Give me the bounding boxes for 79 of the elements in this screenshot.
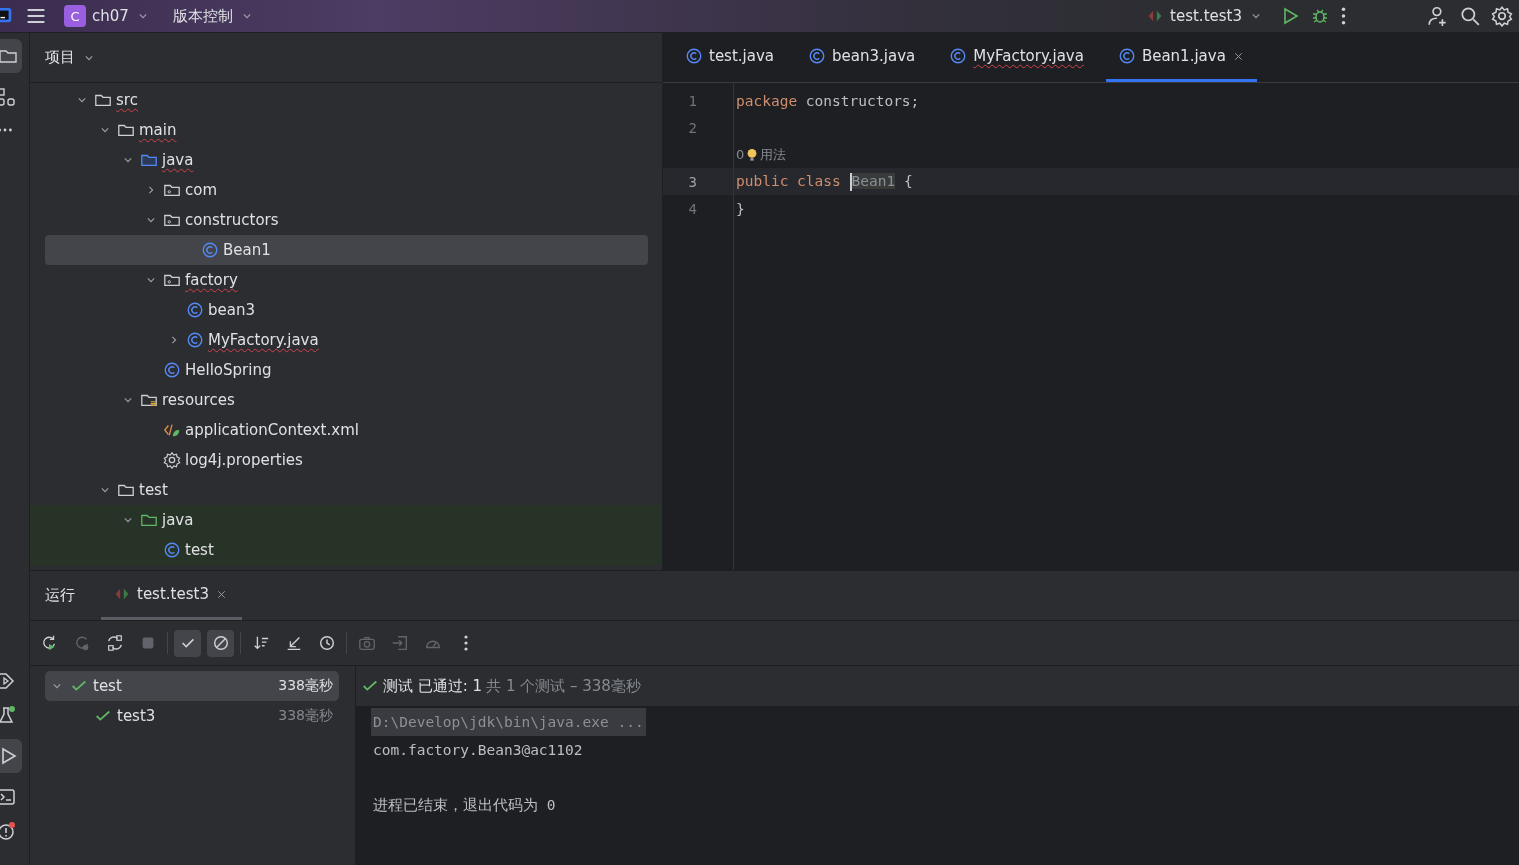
problems-icon[interactable] <box>0 821 16 841</box>
settings-icon[interactable] <box>1491 5 1513 27</box>
tree-item[interactable]: bean3 <box>30 295 648 325</box>
tree-item[interactable]: resources <box>30 385 648 415</box>
tool-window-button[interactable] <box>0 739 22 773</box>
class-icon <box>949 47 968 65</box>
run-tab[interactable]: test.test3 <box>101 571 242 620</box>
test-item[interactable]: test 338毫秒 <box>45 671 339 701</box>
auto-test-icon <box>105 634 124 652</box>
code-line: } <box>736 200 745 217</box>
usage-hint: 用法 <box>760 145 787 164</box>
flask-icon[interactable] <box>0 705 16 725</box>
tree-item[interactable]: constructors <box>30 205 648 235</box>
tree-item[interactable]: src <box>30 85 648 115</box>
run-icon <box>0 746 18 766</box>
line-number: 2 <box>688 119 697 136</box>
panel-title: 运行 <box>45 585 75 606</box>
project-selector[interactable]: C ch07 <box>58 5 157 27</box>
run-configuration-name: test.test3 <box>1170 7 1242 25</box>
usage-count: 0 <box>736 147 745 162</box>
structure-icon[interactable] <box>0 87 16 107</box>
tree-item[interactable]: test <box>30 475 648 505</box>
more-icon <box>462 634 469 652</box>
check-button[interactable] <box>174 629 201 657</box>
test-summary: 共 1 个测试 – 338毫秒 <box>486 676 641 696</box>
line-number: 4 <box>688 200 697 217</box>
xml-file-icon <box>163 421 181 439</box>
class-icon <box>186 331 204 349</box>
vcs-label: 版本控制 <box>172 6 233 26</box>
tree-item[interactable]: java <box>30 145 648 175</box>
duration: 338毫秒 <box>278 677 333 695</box>
terminal-icon[interactable] <box>0 787 16 807</box>
class-icon <box>163 541 181 559</box>
class-icon <box>685 47 703 65</box>
ignored-button[interactable] <box>207 629 234 657</box>
class-icon <box>186 301 204 319</box>
ignored-icon <box>211 634 230 652</box>
editor-tab[interactable]: test.java <box>673 33 786 82</box>
services-icon[interactable] <box>0 671 16 691</box>
class-icon <box>163 361 181 379</box>
tree-item[interactable]: HelloSpring <box>30 355 648 385</box>
console-line: com.factory.Bean3@ac1102 <box>372 741 584 760</box>
add-user-icon[interactable] <box>1427 5 1449 27</box>
app-logo-icon[interactable] <box>0 7 14 25</box>
tree-item[interactable]: factory <box>30 265 648 295</box>
project-name: ch07 <box>92 7 129 25</box>
tree-item[interactable]: java <box>30 505 662 535</box>
editor-tab[interactable]: bean3.java <box>796 33 928 82</box>
tree-item[interactable]: MyFactory.java <box>30 325 648 355</box>
tree-item[interactable]: com <box>30 175 648 205</box>
vcs-menu[interactable]: 版本控制 <box>166 6 261 26</box>
clock-icon <box>317 634 336 652</box>
tree-item[interactable]: test <box>30 535 662 565</box>
panel-title: 项目 <box>45 48 75 67</box>
tree-item[interactable]: Bean1 <box>45 235 648 265</box>
duration: 338毫秒 <box>278 707 333 725</box>
line-number: 3 <box>688 173 697 190</box>
code-line: package constructors; <box>736 92 920 109</box>
tree-item[interactable]: main <box>30 115 648 145</box>
more-icon[interactable] <box>1340 6 1347 26</box>
code-line: public class Bean1 { <box>736 172 913 191</box>
line-number: 1 <box>688 92 697 109</box>
test-item[interactable]: test3 338毫秒 <box>45 701 339 731</box>
editor-tab[interactable]: Bean1.java <box>1105 33 1257 82</box>
export-icon <box>390 634 409 652</box>
gear-icon <box>163 451 181 469</box>
tool-window-button[interactable] <box>0 39 22 73</box>
console-line: 进程已结束，退出代码为 0 <box>372 795 557 815</box>
tree-item[interactable]: log4j.properties <box>30 445 648 475</box>
camera-icon <box>357 634 376 652</box>
test-status: 测试 已通过: 1 <box>383 676 483 696</box>
class-icon <box>201 241 219 259</box>
run-configuration-selector[interactable]: test.test3 <box>1140 7 1270 25</box>
project-badge: C <box>64 5 86 27</box>
editor-tab[interactable]: MyFactory.java <box>937 33 1096 82</box>
class-icon <box>808 47 826 65</box>
tree-item[interactable]: applicationContext.xml <box>30 415 648 445</box>
search-icon[interactable] <box>1459 5 1481 27</box>
class-icon <box>1117 47 1136 65</box>
